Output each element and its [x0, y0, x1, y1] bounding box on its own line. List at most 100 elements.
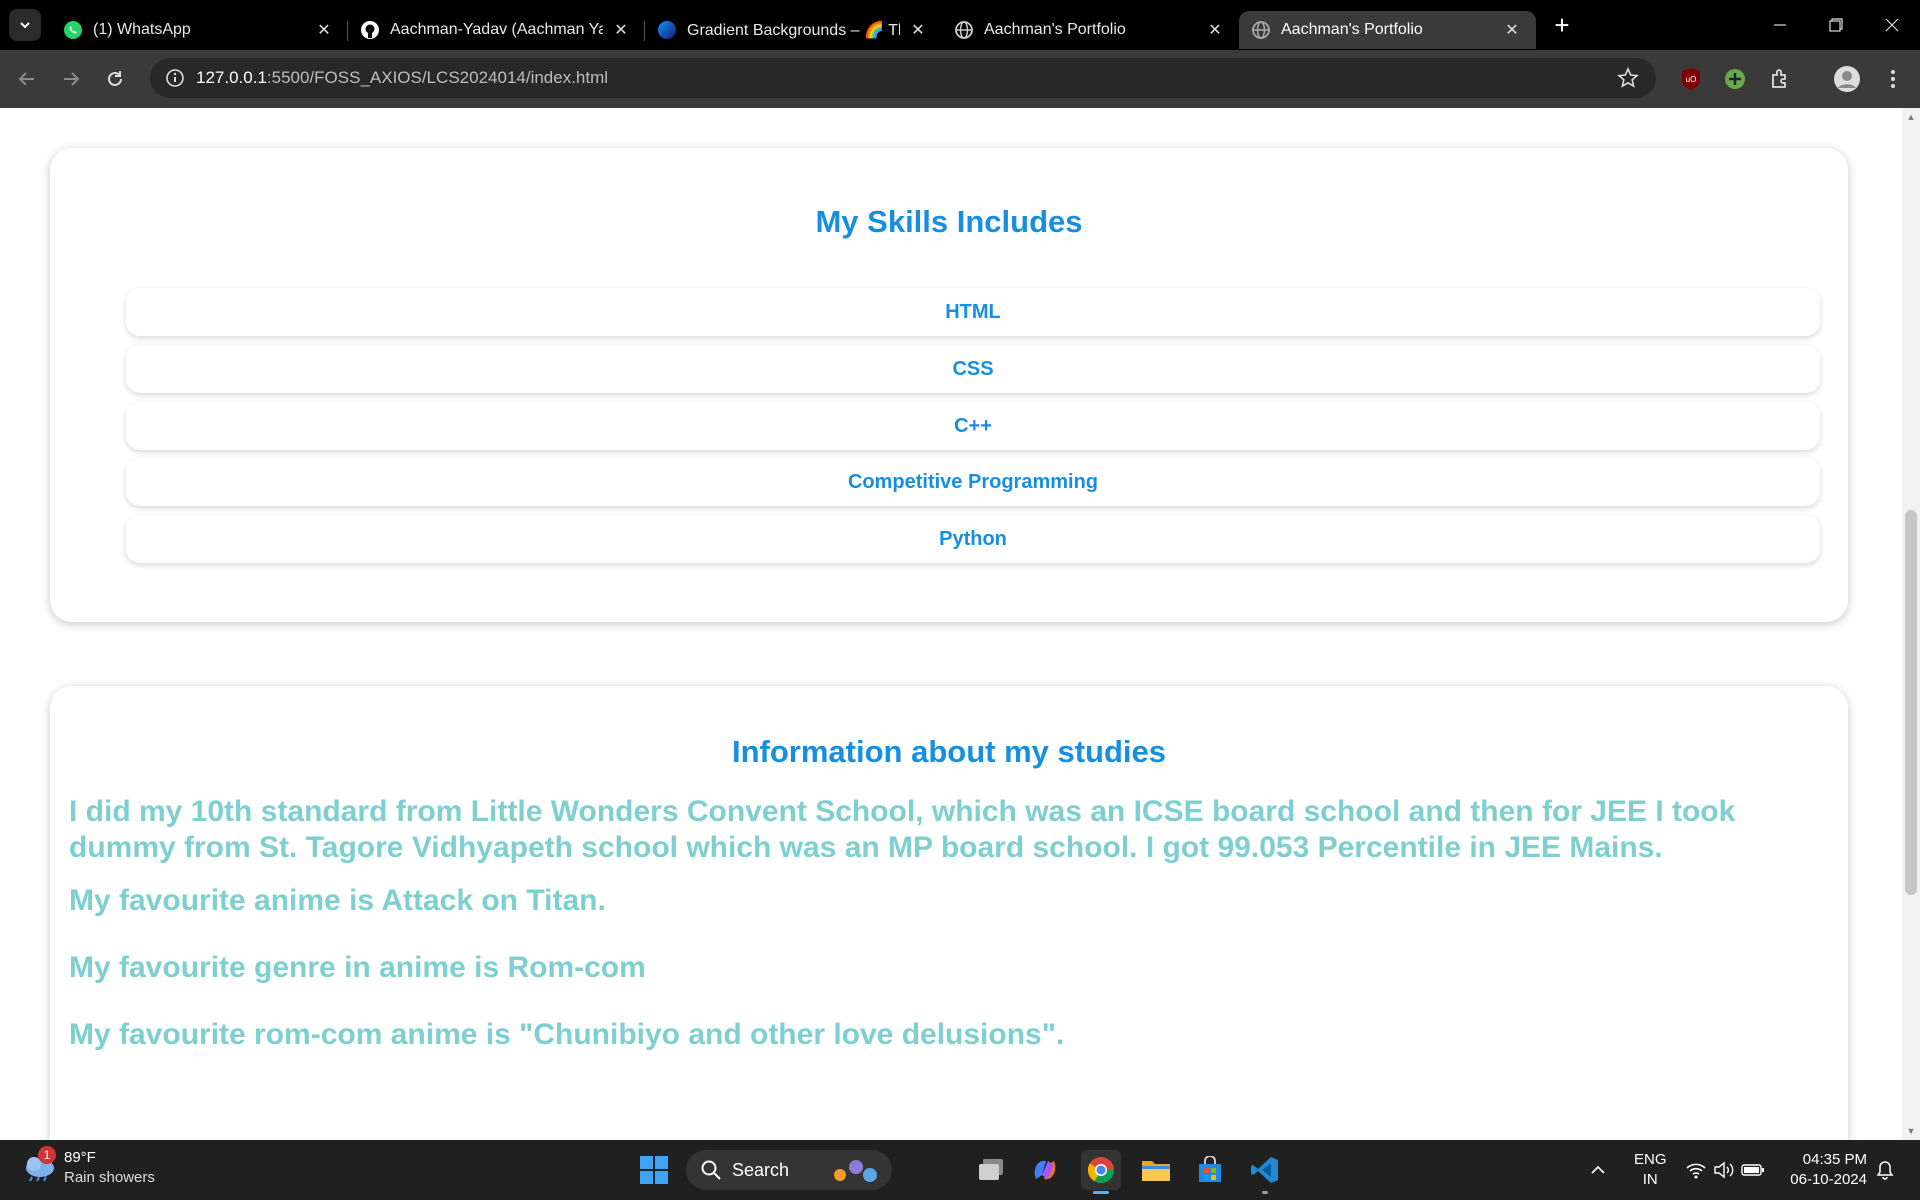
address-bar[interactable]: 127.0.0.1:5500/FOSS_AXIOS/LCS2024014/ind…	[150, 58, 1656, 98]
screen: (1) WhatsApp ✕ Aachman-Yadav (Aachman Ya…	[0, 0, 1920, 1200]
page-scrollbar[interactable]: ▲ ▼	[1902, 108, 1920, 1140]
url-text: 127.0.0.1:5500/FOSS_AXIOS/LCS2024014/ind…	[196, 68, 608, 88]
skills-card: My Skills Includes HTML CSS C++ Competit…	[50, 148, 1848, 622]
close-icon[interactable]: ✕	[611, 20, 631, 40]
battery-icon	[1741, 1164, 1764, 1176]
notification-bell-icon[interactable]	[1876, 1140, 1894, 1200]
site-info-icon[interactable]	[160, 63, 190, 93]
quick-settings[interactable]	[1685, 1140, 1765, 1200]
menu-kebab-icon[interactable]	[1876, 62, 1910, 96]
tab-github[interactable]: Aachman-Yadav (Aachman Yada ✕	[348, 11, 645, 49]
gradient-icon	[657, 20, 677, 40]
microsoft-store-icon[interactable]	[1190, 1150, 1230, 1190]
taskbar-search[interactable]: Search	[686, 1150, 892, 1190]
close-icon[interactable]: ✕	[1502, 20, 1522, 40]
skill-item-cpp[interactable]: C++	[126, 402, 1820, 450]
restore-button[interactable]	[1808, 0, 1864, 50]
window-controls	[1752, 0, 1920, 50]
volume-icon	[1714, 1161, 1734, 1179]
close-icon	[1885, 18, 1899, 32]
extensions-puzzle-icon[interactable]	[1764, 62, 1798, 96]
wifi-icon	[1686, 1163, 1706, 1179]
skill-item-html[interactable]: HTML	[126, 288, 1820, 336]
clock-time: 04:35 PM	[1802, 1151, 1867, 1168]
reload-button[interactable]	[98, 62, 132, 96]
ublock-extension-icon[interactable]: uO	[1674, 62, 1708, 96]
close-icon[interactable]: ✕	[314, 20, 334, 40]
favourite-romcom-paragraph: My favourite rom-com anime is "Chunibiyo…	[69, 1018, 1065, 1051]
close-icon[interactable]: ✕	[1205, 20, 1225, 40]
tab-gradient[interactable]: Gradient Backgrounds – 🌈 The ✕	[645, 11, 942, 49]
windows-taskbar: 1 89°F Rain showers Search ENG IN 04:35 …	[0, 1140, 1920, 1200]
globe-icon	[954, 20, 974, 40]
studies-heading: Information about my studies	[731, 734, 1167, 769]
arrow-right-icon	[64, 72, 80, 86]
url-path: :5500/FOSS_AXIOS/LCS2024014/index.html	[266, 68, 609, 87]
studies-paragraph: I did my 10th standard from Little Wonde…	[69, 795, 1736, 864]
close-window-button[interactable]	[1864, 0, 1920, 50]
weather-widget[interactable]: 1 89°F Rain showers	[20, 1146, 155, 1188]
tab-portfolio-active[interactable]: Aachman's Portfolio ✕	[1239, 11, 1536, 49]
tray-overflow-chevron-icon[interactable]	[1590, 1140, 1606, 1200]
back-button[interactable]	[10, 62, 44, 96]
search-icon	[701, 1160, 721, 1180]
language-region: IN	[1642, 1171, 1658, 1188]
skill-item-python[interactable]: Python	[126, 515, 1820, 563]
minimize-button[interactable]	[1752, 0, 1808, 50]
url-host: 127.0.0.1	[196, 68, 267, 87]
tab-whatsapp[interactable]: (1) WhatsApp ✕	[51, 11, 348, 49]
page-viewport: My Skills Includes HTML CSS C++ Competit…	[0, 108, 1902, 1140]
weather-badge: 1	[38, 1146, 56, 1164]
reload-icon	[108, 71, 122, 86]
new-tab-button[interactable]: +	[1544, 7, 1580, 43]
language-code: ENG	[1634, 1151, 1667, 1168]
file-explorer-icon[interactable]	[1136, 1150, 1176, 1190]
scrollbar-thumb[interactable]	[1905, 510, 1917, 895]
weather-description: Rain showers	[64, 1169, 155, 1186]
profile-avatar[interactable]	[1830, 62, 1864, 96]
tab-title: Aachman-Yadav (Aachman Yada	[390, 21, 603, 38]
vscode-icon[interactable]	[1245, 1150, 1285, 1194]
tab-title: Gradient Backgrounds – 🌈 The	[687, 22, 900, 39]
active-indicator	[1262, 1191, 1268, 1194]
tab-portfolio[interactable]: Aachman's Portfolio ✕	[942, 11, 1239, 49]
green-extension-icon[interactable]	[1718, 62, 1752, 96]
bookmark-star-icon[interactable]	[1614, 64, 1642, 92]
start-button[interactable]	[634, 1150, 674, 1190]
tab-title: Aachman's Portfolio	[1281, 21, 1423, 38]
weather-cloud-icon: 1	[20, 1146, 60, 1188]
favourite-anime-paragraph: My favourite anime is Attack on Titan.	[69, 884, 606, 917]
skill-item-competitive-programming[interactable]: Competitive Programming	[126, 458, 1820, 506]
tab-title: Aachman's Portfolio	[984, 21, 1126, 38]
arrow-left-icon	[18, 72, 34, 86]
windows-logo-icon	[640, 1156, 668, 1184]
chevron-down-icon	[20, 22, 30, 29]
whatsapp-icon	[63, 20, 83, 40]
close-icon[interactable]: ✕	[908, 20, 928, 40]
browser-toolbar: 127.0.0.1:5500/FOSS_AXIOS/LCS2024014/ind…	[0, 50, 1920, 108]
search-label: Search	[732, 1159, 790, 1180]
scroll-up-arrow-icon[interactable]: ▲	[1906, 112, 1916, 122]
copilot-icon[interactable]	[1025, 1150, 1065, 1190]
task-view-icon[interactable]	[972, 1150, 1012, 1190]
tab-search-button[interactable]	[9, 9, 41, 41]
weather-temperature: 89°F	[64, 1149, 96, 1166]
restore-icon	[1829, 18, 1843, 32]
scroll-down-arrow-icon[interactable]: ▼	[1906, 1126, 1916, 1136]
system-clock[interactable]: 04:35 PM 06-10-2024	[1790, 1150, 1867, 1190]
globe-icon	[1251, 20, 1271, 40]
tab-title: (1) WhatsApp	[93, 21, 191, 38]
forward-button[interactable]	[54, 62, 88, 96]
favourite-genre-paragraph: My favourite genre in anime is Rom-com	[69, 951, 646, 984]
chrome-taskbar-icon[interactable]	[1081, 1150, 1121, 1194]
github-icon	[360, 20, 380, 40]
studies-card: Information about my studies I did my 10…	[50, 686, 1848, 1140]
svg-text:uO: uO	[1686, 75, 1697, 84]
clock-date: 06-10-2024	[1790, 1171, 1867, 1188]
tab-bar: (1) WhatsApp ✕ Aachman-Yadav (Aachman Ya…	[0, 0, 1920, 50]
skills-heading: My Skills Includes	[815, 204, 1083, 239]
active-indicator	[1093, 1191, 1109, 1194]
skill-item-css[interactable]: CSS	[126, 345, 1820, 393]
language-indicator[interactable]: ENG IN	[1634, 1150, 1667, 1190]
search-highlight-icon	[834, 1160, 877, 1182]
